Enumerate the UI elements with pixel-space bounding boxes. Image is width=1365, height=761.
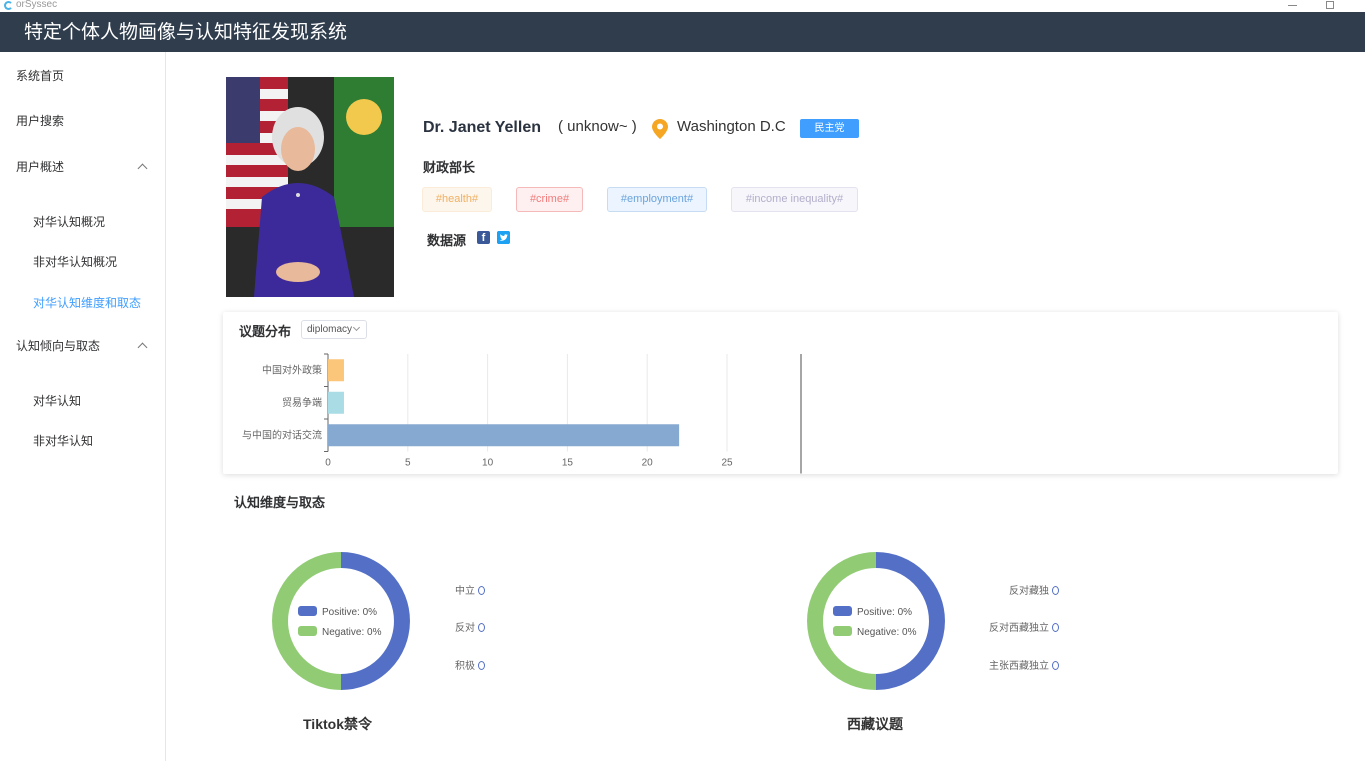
donut-caption-tibet: 西藏议题 [847, 716, 903, 732]
app-header: 特定个体人物画像与认知特征发现系统 [0, 12, 1365, 52]
profile-photo [226, 77, 394, 297]
data-source-label: 数据源 [427, 233, 467, 248]
chart-tick-label: 15 [562, 458, 574, 469]
sidebar-nav: 系统首页 用户搜索 用户概述 对华认知概况 非对华认知概况 对华认知维度和取态 … [0, 52, 166, 761]
chart-category-label: 与中国的对话交流 [242, 428, 322, 441]
donut-slice-positive[interactable] [340, 552, 410, 690]
topic-tag-income-inequality[interactable]: #income inequality# [731, 187, 858, 212]
stance-label-text: 积极 [455, 661, 475, 672]
stance-label-neutral: 中立 [455, 586, 485, 598]
profile-name: Dr. Janet Yellen [423, 119, 541, 136]
chart-bar[interactable] [328, 359, 344, 382]
donut-slice-negative[interactable] [272, 552, 342, 690]
donut-slice-positive[interactable] [875, 552, 945, 690]
system-title: 特定个体人物画像与认知特征发现系统 [24, 22, 348, 43]
chart-category-label: 中国对外政策 [262, 363, 322, 376]
stance-label-text: 反对 [455, 623, 475, 634]
legend-negative-label: Negative: 0% [322, 627, 382, 638]
info-dot-icon[interactable] [1052, 623, 1059, 632]
info-dot-icon[interactable] [1052, 661, 1059, 670]
donut-caption-tiktok: Tiktok禁令 [303, 716, 372, 732]
chart-tick-label: 10 [482, 458, 494, 469]
stance-label-oppose-tibet-independence: 反对西藏独立 [989, 623, 1059, 635]
profile-username: ( unknow~ ) [558, 118, 637, 135]
stance-label-support-tibet-independence: 主张西藏独立 [989, 661, 1059, 673]
window-title: orSyssec [16, 0, 58, 10]
sidebar-item-user-search[interactable]: 用户搜索 [16, 113, 64, 129]
tiktok-ban-donut-chart [272, 552, 410, 690]
dimension-section-title: 认知维度与取态 [234, 495, 326, 510]
info-dot-icon[interactable] [478, 661, 485, 670]
legend-swatch-positive [298, 606, 317, 616]
stance-label-positive: 积极 [455, 661, 485, 673]
sidebar-item-cognitive-tendency[interactable]: 认知倾向与取态 [16, 338, 100, 354]
chart-tick-label: 5 [405, 458, 411, 469]
sidebar-item-user-overview[interactable]: 用户概述 [16, 159, 64, 175]
stance-label-text: 反对藏独 [1009, 586, 1049, 597]
app-logo-icon [4, 1, 13, 10]
chart-tick-label: 25 [721, 458, 733, 469]
chart-tick-label: 0 [325, 458, 331, 469]
stance-label-text: 中立 [455, 586, 475, 597]
location-pin-icon [652, 119, 668, 139]
donut-slice-negative[interactable] [807, 552, 877, 690]
topic-tag-crime[interactable]: #crime# [516, 187, 583, 212]
legend-negative-label: Negative: 0% [857, 627, 917, 638]
info-dot-icon[interactable] [478, 586, 485, 595]
topic-bar-chart: 0 5 10 15 20 25 中国对外政策贸易争端与中国的对话交流 [242, 353, 802, 474]
info-dot-icon[interactable] [1052, 586, 1059, 595]
legend-negative: Negative: 0% [298, 626, 381, 639]
window-titlebar: orSyssec [0, 0, 1365, 12]
chart-category-label: 贸易争端 [282, 396, 322, 409]
party-badge: 民主党 [800, 119, 859, 138]
stance-label-text: 主张西藏独立 [989, 661, 1049, 672]
stance-label-anti-independence: 反对藏独 [1009, 586, 1059, 598]
info-dot-icon[interactable] [478, 623, 485, 632]
legend-negative: Negative: 0% [833, 626, 916, 639]
sidebar-item-china-cognition[interactable]: 对华认知 [33, 393, 81, 409]
sidebar-item-non-china-cognition[interactable]: 非对华认知 [33, 433, 93, 449]
facebook-icon[interactable]: f [477, 231, 490, 244]
chart-bar[interactable] [328, 424, 680, 447]
legend-swatch-negative [298, 626, 317, 636]
legend-swatch-positive [833, 606, 852, 616]
legend-positive-label: Positive: 0% [322, 607, 378, 618]
profile-location: Washington D.C [677, 118, 786, 135]
legend-swatch-negative [833, 626, 852, 636]
job-title: 财政部长 [423, 160, 476, 175]
minimize-icon[interactable] [1288, 5, 1297, 6]
chart-bar[interactable] [328, 391, 344, 414]
sidebar-item-china-cognition-overview[interactable]: 对华认知概况 [33, 214, 105, 230]
maximize-icon[interactable] [1326, 1, 1334, 9]
chevron-up-icon[interactable] [137, 342, 148, 353]
legend-positive: Positive: 0% [833, 606, 912, 619]
topic-distribution-card: 议题分布 diplomacy 0 5 10 15 20 25 中国对外政策 贸易争端 与中国的对… [223, 312, 1338, 474]
chart-tick-label: 20 [642, 458, 654, 469]
sidebar-item-home[interactable]: 系统首页 [16, 68, 64, 84]
sidebar-item-non-china-cognition-overview[interactable]: 非对华认知概况 [33, 254, 117, 270]
sidebar-item-china-cognition-dimension[interactable]: 对华认知维度和取态 [33, 295, 141, 311]
stance-label-text: 反对西藏独立 [989, 623, 1049, 634]
twitter-icon[interactable] [497, 231, 510, 244]
topic-tag-health[interactable]: #health# [422, 187, 492, 212]
topic-tag-employment[interactable]: #employment# [607, 187, 707, 212]
tibet-issue-donut-chart [807, 552, 945, 690]
chevron-up-icon[interactable] [137, 163, 148, 174]
legend-positive-label: Positive: 0% [857, 607, 913, 618]
stance-label-oppose: 反对 [455, 623, 485, 635]
legend-positive: Positive: 0% [298, 606, 377, 619]
